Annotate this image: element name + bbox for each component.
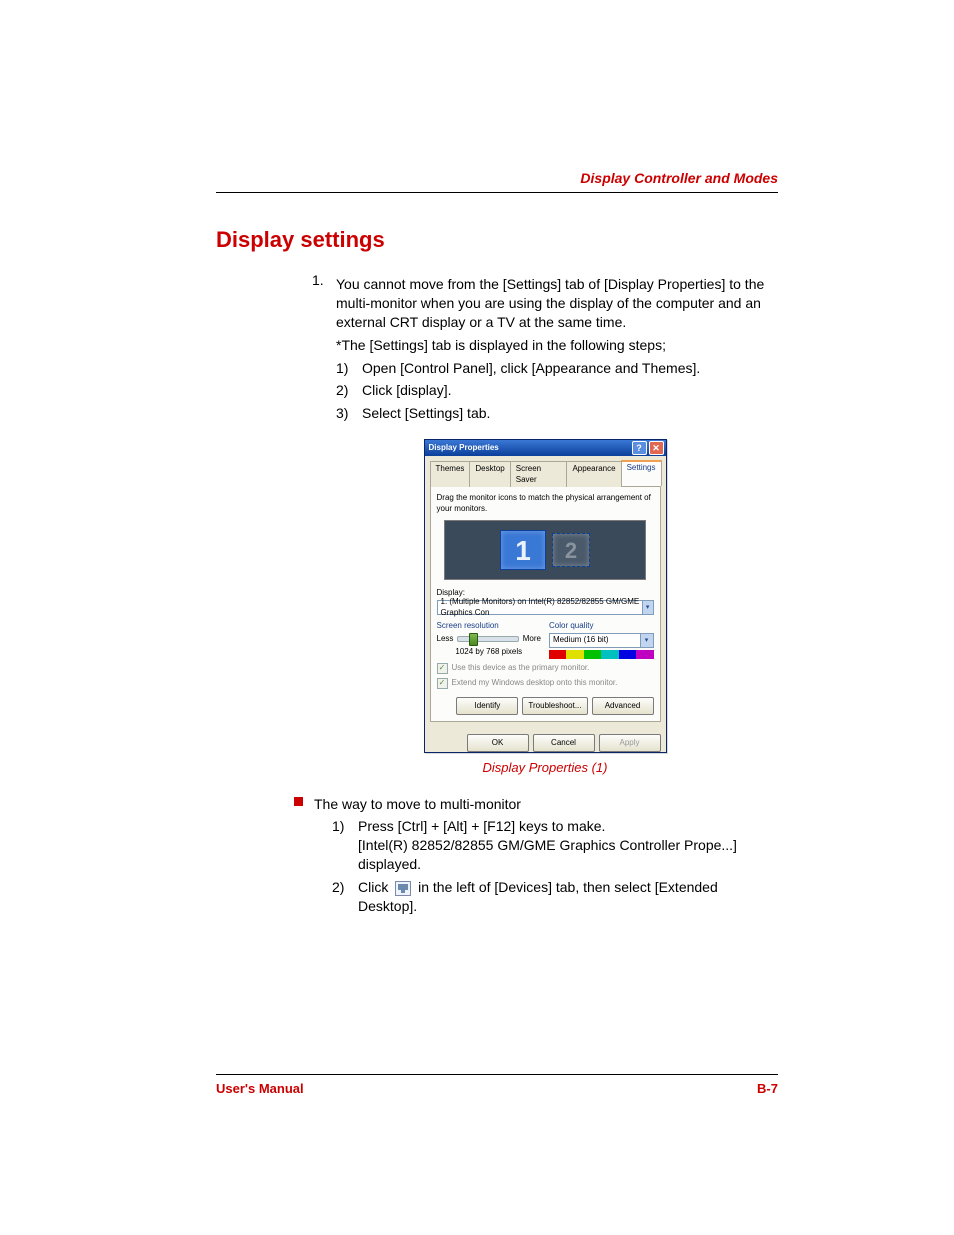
resolution-label: Screen resolution (437, 621, 542, 632)
monitor-2-icon[interactable]: 2 (552, 533, 590, 567)
tab-settings[interactable]: Settings (621, 460, 662, 486)
step-text: [Intel(R) 82852/82855 GM/GME Graphics Co… (358, 836, 778, 874)
step-text: Select [Settings] tab. (362, 404, 778, 423)
device-icon (395, 881, 411, 896)
display-select-value: 1. (Multiple Monitors) on Intel(R) 82852… (441, 597, 642, 619)
monitor-arrangement[interactable]: 1 2 (444, 520, 646, 580)
apply-button[interactable]: Apply (599, 734, 661, 752)
resolution-slider[interactable] (457, 636, 518, 642)
ok-button[interactable]: OK (467, 734, 529, 752)
tab-themes[interactable]: Themes (430, 461, 471, 487)
step-text: Open [Control Panel], click [Appearance … (362, 359, 778, 378)
section-title: Display settings (216, 227, 778, 253)
advanced-button[interactable]: Advanced (592, 697, 654, 715)
figure-caption: Display Properties (1) (312, 759, 778, 777)
slider-less-label: Less (437, 634, 454, 645)
monitor-1-icon[interactable]: 1 (500, 530, 546, 570)
close-button[interactable]: ✕ (649, 441, 664, 455)
color-quality-select[interactable]: Medium (16 bit) ▾ (549, 633, 654, 648)
tab-screen-saver[interactable]: Screen Saver (510, 461, 568, 487)
body-text: *The [Settings] tab is displayed in the … (336, 336, 778, 355)
step-marker: 2) (336, 381, 362, 400)
instruction-text: Drag the monitor icons to match the phys… (437, 493, 654, 515)
step-marker: 2) (332, 878, 358, 916)
footer-right: B-7 (757, 1081, 778, 1096)
tab-appearance[interactable]: Appearance (566, 461, 621, 487)
chevron-down-icon[interactable]: ▾ (642, 601, 653, 614)
page-footer: User's Manual B-7 (216, 1074, 778, 1096)
dialog-title: Display Properties (429, 443, 499, 454)
extend-desktop-checkbox: ✓ Extend my Windows desktop onto this mo… (437, 678, 654, 689)
step-text: Press [Ctrl] + [Alt] + [F12] keys to mak… (358, 817, 778, 836)
footer-left: User's Manual (216, 1081, 304, 1096)
square-bullet-icon (294, 797, 303, 806)
bullet-heading: The way to move to multi-monitor (314, 795, 778, 814)
resolution-value: 1024 by 768 pixels (437, 647, 542, 658)
troubleshoot-button[interactable]: Troubleshoot... (522, 697, 587, 715)
step-marker: 1) (336, 359, 362, 378)
color-quality-label: Color quality (549, 621, 654, 632)
display-select[interactable]: 1. (Multiple Monitors) on Intel(R) 82852… (437, 600, 654, 615)
chevron-down-icon[interactable]: ▾ (640, 634, 653, 647)
cancel-button[interactable]: Cancel (533, 734, 595, 752)
body-text: You cannot move from the [Settings] tab … (336, 275, 778, 332)
tab-desktop[interactable]: Desktop (469, 461, 510, 487)
help-button[interactable]: ? (632, 441, 647, 455)
color-quality-value: Medium (16 bit) (553, 635, 609, 646)
step-text: Click [display]. (362, 381, 778, 400)
chapter-header: Display Controller and Modes (216, 170, 778, 193)
dialog-tabs: Themes Desktop Screen Saver Appearance S… (430, 460, 661, 487)
primary-monitor-checkbox: ✓ Use this device as the primary monitor… (437, 663, 654, 674)
identify-button[interactable]: Identify (456, 697, 518, 715)
slider-more-label: More (523, 634, 541, 645)
list-marker: 1. (312, 271, 336, 427)
step-marker: 3) (336, 404, 362, 423)
step-text: Click in the left of [Devices] tab, then… (358, 878, 778, 916)
color-bar (549, 650, 654, 659)
step-marker: 1) (332, 817, 358, 874)
display-properties-dialog: Display Properties ? ✕ Themes Desktop Sc… (424, 439, 667, 753)
